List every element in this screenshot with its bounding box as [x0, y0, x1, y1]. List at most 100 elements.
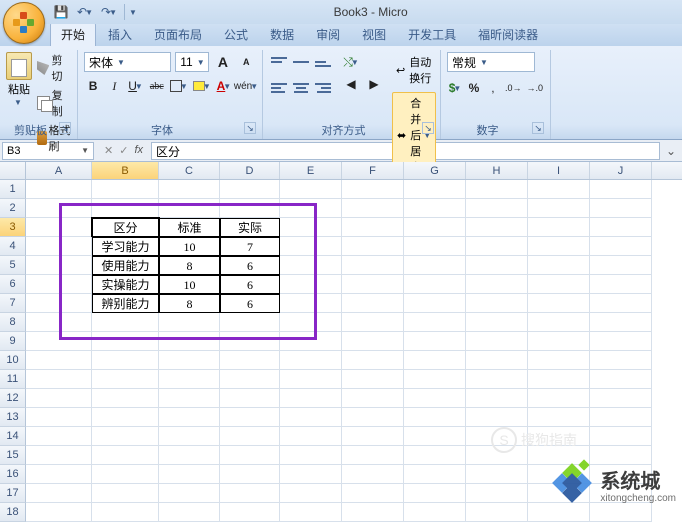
- cell-C14[interactable]: [159, 427, 220, 446]
- cell-G13[interactable]: [404, 408, 466, 427]
- tab-7[interactable]: 开发工具: [398, 23, 466, 46]
- cell-F6[interactable]: [342, 275, 404, 294]
- cell-F12[interactable]: [342, 389, 404, 408]
- cell-B12[interactable]: [92, 389, 159, 408]
- cell-F14[interactable]: [342, 427, 404, 446]
- italic-button[interactable]: I: [105, 76, 123, 96]
- increase-decimal-button[interactable]: .0→: [504, 78, 523, 98]
- cell-J13[interactable]: [590, 408, 652, 427]
- cell-D14[interactable]: [220, 427, 280, 446]
- row-header-4[interactable]: 4: [0, 237, 26, 256]
- cell-C1[interactable]: [159, 180, 220, 199]
- col-header-I[interactable]: I: [528, 162, 590, 179]
- save-button[interactable]: 💾: [52, 3, 70, 21]
- worksheet[interactable]: ABCDEFGHIJ123区分标准实际4学习能力1075使用能力866实操能力1…: [0, 162, 682, 522]
- cell-H2[interactable]: [466, 199, 528, 218]
- redo-button[interactable]: ↷▼: [100, 3, 118, 21]
- row-header-11[interactable]: 11: [0, 370, 26, 389]
- cell-F9[interactable]: [342, 332, 404, 351]
- align-left-button[interactable]: [269, 78, 289, 98]
- cell-G6[interactable]: [404, 275, 466, 294]
- cell-F17[interactable]: [342, 484, 404, 503]
- expand-formula-bar-button[interactable]: ⌄: [660, 144, 682, 158]
- fill-color-button[interactable]: ▼: [192, 76, 212, 96]
- comma-style-button[interactable]: ,: [485, 78, 501, 98]
- grow-font-button[interactable]: A: [213, 52, 232, 72]
- cell-J15[interactable]: [590, 446, 652, 465]
- cell-E12[interactable]: [280, 389, 342, 408]
- cell-C10[interactable]: [159, 351, 220, 370]
- row-header-1[interactable]: 1: [0, 180, 26, 199]
- cell-H1[interactable]: [466, 180, 528, 199]
- cell-H6[interactable]: [466, 275, 528, 294]
- cell-D13[interactable]: [220, 408, 280, 427]
- copy-button[interactable]: 复制: [37, 87, 71, 119]
- chevron-down-icon[interactable]: ▼: [14, 98, 22, 107]
- cell-A11[interactable]: [26, 370, 92, 389]
- col-header-E[interactable]: E: [280, 162, 342, 179]
- cell-J3[interactable]: [590, 218, 652, 237]
- cell-G2[interactable]: [404, 199, 466, 218]
- cell-I2[interactable]: [528, 199, 590, 218]
- cell-J9[interactable]: [590, 332, 652, 351]
- col-header-B[interactable]: B: [92, 162, 159, 179]
- cell-F1[interactable]: [342, 180, 404, 199]
- cell-E1[interactable]: [280, 180, 342, 199]
- cell-I7[interactable]: [528, 294, 590, 313]
- cell-C13[interactable]: [159, 408, 220, 427]
- row-header-13[interactable]: 13: [0, 408, 26, 427]
- cell-G14[interactable]: [404, 427, 466, 446]
- cell-H4[interactable]: [466, 237, 528, 256]
- underline-button[interactable]: U▼: [126, 76, 144, 96]
- tab-0[interactable]: 开始: [50, 22, 96, 46]
- cell-D11[interactable]: [220, 370, 280, 389]
- cell-H11[interactable]: [466, 370, 528, 389]
- align-top-button[interactable]: [269, 52, 289, 72]
- cell-A14[interactable]: [26, 427, 92, 446]
- wrap-text-button[interactable]: ↩自动换行: [392, 52, 436, 88]
- cell-A10[interactable]: [26, 351, 92, 370]
- cell-E15[interactable]: [280, 446, 342, 465]
- cell-F7[interactable]: [342, 294, 404, 313]
- cell-E16[interactable]: [280, 465, 342, 484]
- cell-B13[interactable]: [92, 408, 159, 427]
- row-header-2[interactable]: 2: [0, 199, 26, 218]
- cell-D12[interactable]: [220, 389, 280, 408]
- cell-G5[interactable]: [404, 256, 466, 275]
- cell-E11[interactable]: [280, 370, 342, 389]
- font-size-select[interactable]: 11▼: [175, 52, 209, 72]
- cell-I8[interactable]: [528, 313, 590, 332]
- cell-B14[interactable]: [92, 427, 159, 446]
- cell-H5[interactable]: [466, 256, 528, 275]
- percent-button[interactable]: %: [466, 78, 482, 98]
- cell-G12[interactable]: [404, 389, 466, 408]
- bold-button[interactable]: B: [84, 76, 102, 96]
- cell-G10[interactable]: [404, 351, 466, 370]
- cell-A17[interactable]: [26, 484, 92, 503]
- border-button[interactable]: ▼: [169, 76, 189, 96]
- cell-F16[interactable]: [342, 465, 404, 484]
- font-name-select[interactable]: 宋体▼: [84, 52, 171, 72]
- cell-I4[interactable]: [528, 237, 590, 256]
- cell-G15[interactable]: [404, 446, 466, 465]
- cell-I10[interactable]: [528, 351, 590, 370]
- cell-C15[interactable]: [159, 446, 220, 465]
- cell-G11[interactable]: [404, 370, 466, 389]
- cell-E10[interactable]: [280, 351, 342, 370]
- cell-F3[interactable]: [342, 218, 404, 237]
- cell-B15[interactable]: [92, 446, 159, 465]
- cell-A13[interactable]: [26, 408, 92, 427]
- cell-F8[interactable]: [342, 313, 404, 332]
- cell-C17[interactable]: [159, 484, 220, 503]
- cut-button[interactable]: 剪切: [37, 52, 71, 84]
- cell-D15[interactable]: [220, 446, 280, 465]
- cell-I3[interactable]: [528, 218, 590, 237]
- cell-A15[interactable]: [26, 446, 92, 465]
- phonetic-button[interactable]: wén▼: [236, 76, 256, 96]
- cell-D16[interactable]: [220, 465, 280, 484]
- cell-F13[interactable]: [342, 408, 404, 427]
- dialog-launcher[interactable]: ↘: [422, 122, 434, 134]
- cell-I1[interactable]: [528, 180, 590, 199]
- cell-H13[interactable]: [466, 408, 528, 427]
- cell-I6[interactable]: [528, 275, 590, 294]
